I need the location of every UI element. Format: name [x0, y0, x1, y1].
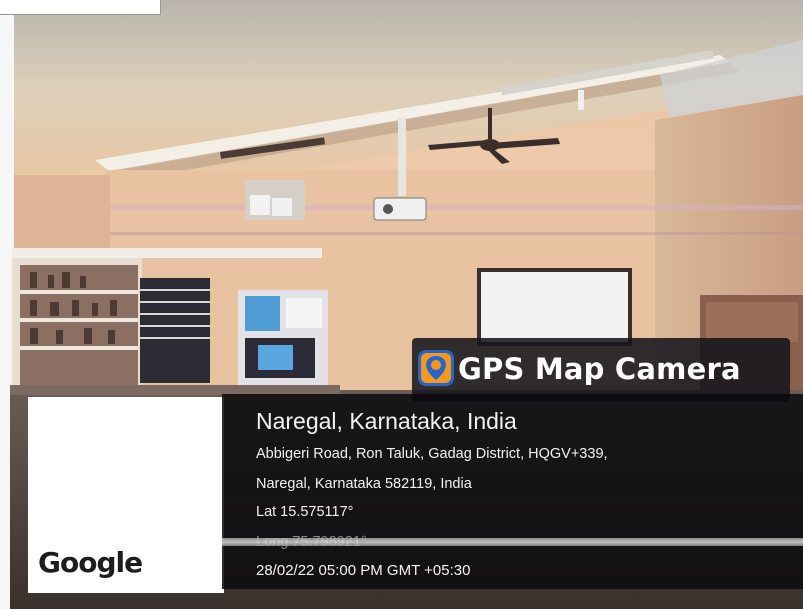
top-left-blank-label — [0, 0, 161, 15]
place-name: Naregal, Karnataka, India — [256, 408, 517, 434]
projector — [373, 197, 427, 221]
location-info-panel: Naregal, Karnataka, India Abbigeri Road,… — [222, 394, 803, 589]
projector-mount — [398, 118, 406, 196]
google-watermark: Google — [38, 546, 143, 579]
photo-scene: GPS Map Camera Naregal, Karnataka, India… — [0, 0, 803, 609]
date-time: 28/02/22 05:00 PM GMT +05:30 — [256, 562, 471, 579]
scan-stripe — [222, 538, 803, 546]
app-title: GPS Map Camera — [458, 352, 741, 386]
latitude: Lat 15.575117° — [256, 504, 354, 520]
address-line-2: Naregal, Karnataka 582119, India — [256, 476, 472, 492]
window — [140, 278, 210, 383]
map-pin-icon — [418, 350, 454, 386]
address-line-1: Abbigeri Road, Ron Taluk, Gadag District… — [256, 446, 608, 462]
app-badge: GPS Map Camera — [412, 338, 790, 402]
